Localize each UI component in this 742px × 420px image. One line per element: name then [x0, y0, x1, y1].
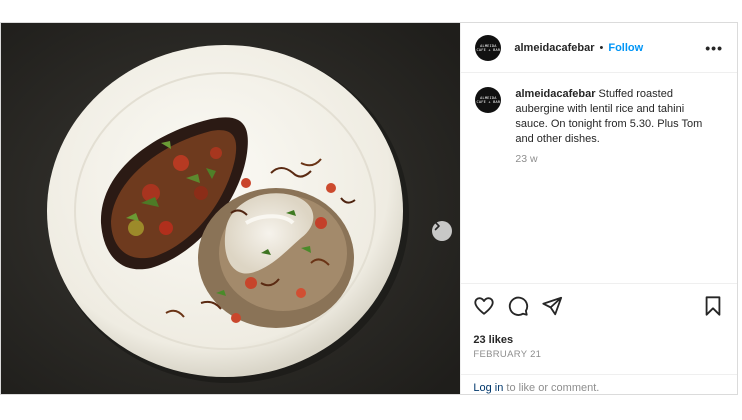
chevron-right-icon: [434, 221, 440, 231]
share-icon: [542, 296, 563, 316]
header-username[interactable]: almeidacafebar: [514, 42, 594, 54]
header-separator: •: [599, 41, 604, 54]
login-prompt-text: to like or comment.: [503, 382, 600, 394]
login-link[interactable]: Log in: [473, 382, 503, 394]
next-slide-button[interactable]: [432, 221, 452, 241]
caption-username[interactable]: almeidacafebar: [515, 88, 595, 100]
likes-count[interactable]: 23 likes: [473, 334, 723, 346]
instagram-post: ALMEIDA CAFE + BAR almeidacafebar • Foll…: [0, 22, 738, 395]
heart-icon: [474, 297, 494, 315]
login-prompt: Log in to like or comment.: [461, 374, 737, 394]
food-photo: [1, 23, 461, 394]
caption-age: 23 w: [515, 153, 538, 165]
post-media[interactable]: [1, 23, 461, 394]
post-header: ALMEIDA CAFE + BAR almeidacafebar • Foll…: [461, 23, 737, 73]
caption-avatar[interactable]: ALMEIDA CAFE + BAR: [475, 87, 502, 113]
bookmark-icon: [705, 296, 721, 316]
save-button[interactable]: [703, 295, 723, 317]
like-button[interactable]: [473, 295, 495, 317]
share-button[interactable]: [541, 295, 563, 317]
caption-body: almeidacafebar Stuffed roasted aubergine…: [515, 87, 715, 165]
avatar-logo-subtext: CAFE + BAR: [476, 100, 501, 104]
avatar[interactable]: ALMEIDA CAFE + BAR: [475, 34, 502, 61]
action-icons: [473, 294, 723, 318]
caption: ALMEIDA CAFE + BAR almeidacafebar Stuffe…: [475, 87, 723, 165]
actions-section: 23 likes FEBRUARY 21 Log in to like or c…: [461, 283, 737, 394]
avatar-logo-subtext: CAFE + BAR: [476, 47, 501, 52]
comments-section: ALMEIDA CAFE + BAR almeidacafebar Stuffe…: [461, 73, 737, 283]
comment-button[interactable]: [507, 295, 529, 317]
more-options-icon[interactable]: •••: [705, 40, 723, 56]
caption-text: almeidacafebar Stuffed roasted aubergine…: [515, 87, 715, 147]
comment-icon: [509, 296, 529, 316]
post-date[interactable]: FEBRUARY 21: [473, 349, 723, 360]
follow-button[interactable]: Follow: [608, 42, 643, 54]
post-sidebar: ALMEIDA CAFE + BAR almeidacafebar • Foll…: [460, 23, 737, 394]
